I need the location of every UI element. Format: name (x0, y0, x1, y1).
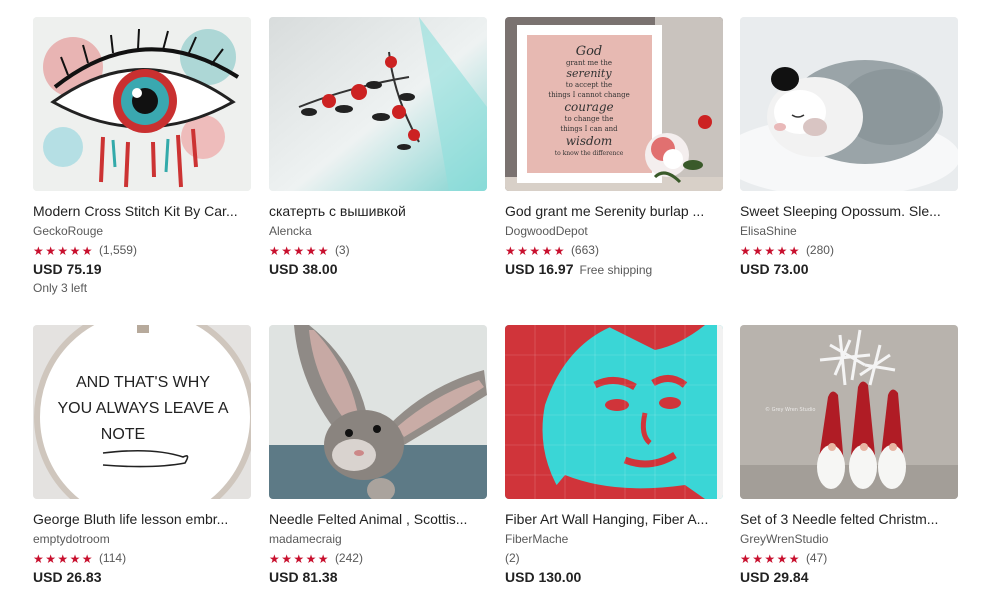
price: USD 26.83 (33, 569, 102, 585)
red-cyan-portrait-image (505, 325, 723, 499)
serenity-line: grant me the (566, 59, 612, 67)
rating: ★ ★ ★ ★ ★ (114) (33, 551, 251, 566)
listing-title[interactable]: Sweet Sleeping Opossum. Sle... (740, 203, 958, 220)
price: USD 29.84 (740, 569, 809, 585)
star-rating-icon: ★ ★ ★ ★ ★ (269, 243, 329, 258)
listing-title[interactable]: Fiber Art Wall Hanging, Fiber A... (505, 511, 723, 528)
star-rating-icon: ★ ★ ★ ★ ★ (505, 243, 565, 258)
image-watermark: © Grey Wren Studio (765, 406, 815, 413)
price: USD 16.97 (505, 261, 574, 277)
review-count: (47) (805, 551, 828, 565)
price: USD 38.00 (269, 261, 338, 277)
price: USD 75.19 (33, 261, 102, 277)
shop-name: madamecraig (269, 532, 342, 546)
listing-image[interactable] (505, 325, 723, 499)
listing-title[interactable]: Needle Felted Animal , Scottis... (269, 511, 487, 528)
listing-image[interactable] (269, 325, 487, 499)
listing-image[interactable]: © Grey Wren Studio (740, 325, 958, 499)
hoop-note-image: AND THAT'S WHY YOU ALWAYS LEAVE A NOTE (33, 325, 251, 499)
serenity-line: serenity (566, 67, 612, 80)
listing-card[interactable]: скатерть с вышивкой Alencka ★ ★ ★ ★ ★ (3) US… (269, 17, 487, 278)
price: USD 81.38 (269, 569, 338, 585)
listing-card[interactable]: Fiber Art Wall Hanging, Fiber A... Fiber… (505, 325, 723, 586)
listing-title[interactable]: Set of 3 Needle felted Christm... (740, 511, 958, 528)
rating: ★ ★ ★ ★ ★ (3) (269, 243, 487, 258)
felted-opossum-image (740, 17, 958, 191)
review-count: (280) (805, 243, 834, 257)
listing-image[interactable]: AND THAT'S WHY YOU ALWAYS LEAVE A NOTE (33, 325, 251, 499)
listing-image[interactable] (269, 17, 487, 191)
price: USD 130.00 (505, 569, 582, 585)
listing-card[interactable]: © Grey Wren Studio Set of 3 Needle felte… (740, 325, 958, 586)
shop-name: FiberMache (505, 532, 569, 546)
rating: (2) (505, 551, 723, 566)
review-count: (242) (334, 551, 363, 565)
listing-image[interactable] (33, 17, 251, 191)
listing-card[interactable]: God grant me the serenity to accept the … (505, 17, 723, 279)
price: USD 73.00 (740, 261, 809, 277)
eye-splatter-image (33, 17, 251, 191)
serenity-line: courage (564, 100, 613, 114)
shop-name: Alencka (269, 224, 312, 238)
shop-name: GreyWrenStudio (740, 532, 829, 546)
review-count: (2) (505, 551, 520, 565)
listing-title[interactable]: скатерть с вышивкой (269, 203, 487, 220)
star-rating-icon: ★ ★ ★ ★ ★ (740, 551, 800, 566)
listing-card[interactable]: AND THAT'S WHY YOU ALWAYS LEAVE A NOTE G… (33, 325, 251, 586)
shop-name: ElisaShine (740, 224, 797, 238)
rating: ★ ★ ★ ★ ★ (280) (740, 243, 958, 258)
serenity-prayer-frame-image: God grant me the serenity to accept the … (505, 17, 723, 191)
hoop-line: AND THAT'S WHY (76, 374, 210, 391)
hoop-line: NOTE (101, 426, 145, 443)
shop-name: GeckoRouge (33, 224, 104, 238)
free-shipping-label: Free shipping (579, 263, 653, 277)
serenity-line: to know the difference (555, 150, 624, 157)
listing-title[interactable]: God grant me Serenity burlap ... (505, 203, 723, 220)
review-count: (663) (570, 243, 599, 257)
review-count: (114) (98, 551, 127, 565)
listing-title[interactable]: George Bluth life lesson embr... (33, 511, 251, 528)
christmas-gnomes-image: © Grey Wren Studio (740, 325, 958, 499)
shop-name: DogwoodDepot (505, 224, 588, 238)
serenity-line: to change the (565, 115, 614, 123)
serenity-line: things I cannot change (548, 91, 629, 99)
hoop-line: YOU ALWAYS LEAVE A (57, 400, 228, 417)
felted-hare-image (269, 325, 487, 499)
shop-name: emptydotroom (33, 532, 110, 546)
serenity-line: to accept the (566, 81, 612, 89)
serenity-line: things I can and (560, 125, 618, 133)
review-count: (1,559) (98, 243, 137, 257)
star-rating-icon: ★ ★ ★ ★ ★ (740, 243, 800, 258)
listing-image[interactable]: God grant me the serenity to accept the … (505, 17, 723, 191)
listing-title[interactable]: Modern Cross Stitch Kit By Car... (33, 203, 251, 220)
rating: ★ ★ ★ ★ ★ (1,559) (33, 243, 251, 258)
review-count: (3) (334, 243, 350, 257)
serenity-line: wisdom (566, 134, 613, 148)
listing-image[interactable] (740, 17, 958, 191)
star-rating-icon: ★ ★ ★ ★ ★ (33, 551, 93, 566)
rating: ★ ★ ★ ★ ★ (242) (269, 551, 487, 566)
listing-card[interactable]: Modern Cross Stitch Kit By Car... GeckoR… (33, 17, 251, 296)
stock-note: Only 3 left (33, 281, 88, 295)
rating: ★ ★ ★ ★ ★ (663) (505, 243, 723, 258)
star-rating-icon: ★ ★ ★ ★ ★ (33, 243, 93, 258)
rating: ★ ★ ★ ★ ★ (47) (740, 551, 958, 566)
listing-grid: Modern Cross Stitch Kit By Car... GeckoR… (0, 0, 984, 613)
embroidered-roses-tablecloth-image (269, 17, 487, 191)
star-rating-icon: ★ ★ ★ ★ ★ (269, 551, 329, 566)
listing-card[interactable]: Sweet Sleeping Opossum. Sle... ElisaShin… (740, 17, 958, 278)
listing-card[interactable]: Needle Felted Animal , Scottis... madame… (269, 325, 487, 586)
serenity-line: God (576, 44, 603, 59)
